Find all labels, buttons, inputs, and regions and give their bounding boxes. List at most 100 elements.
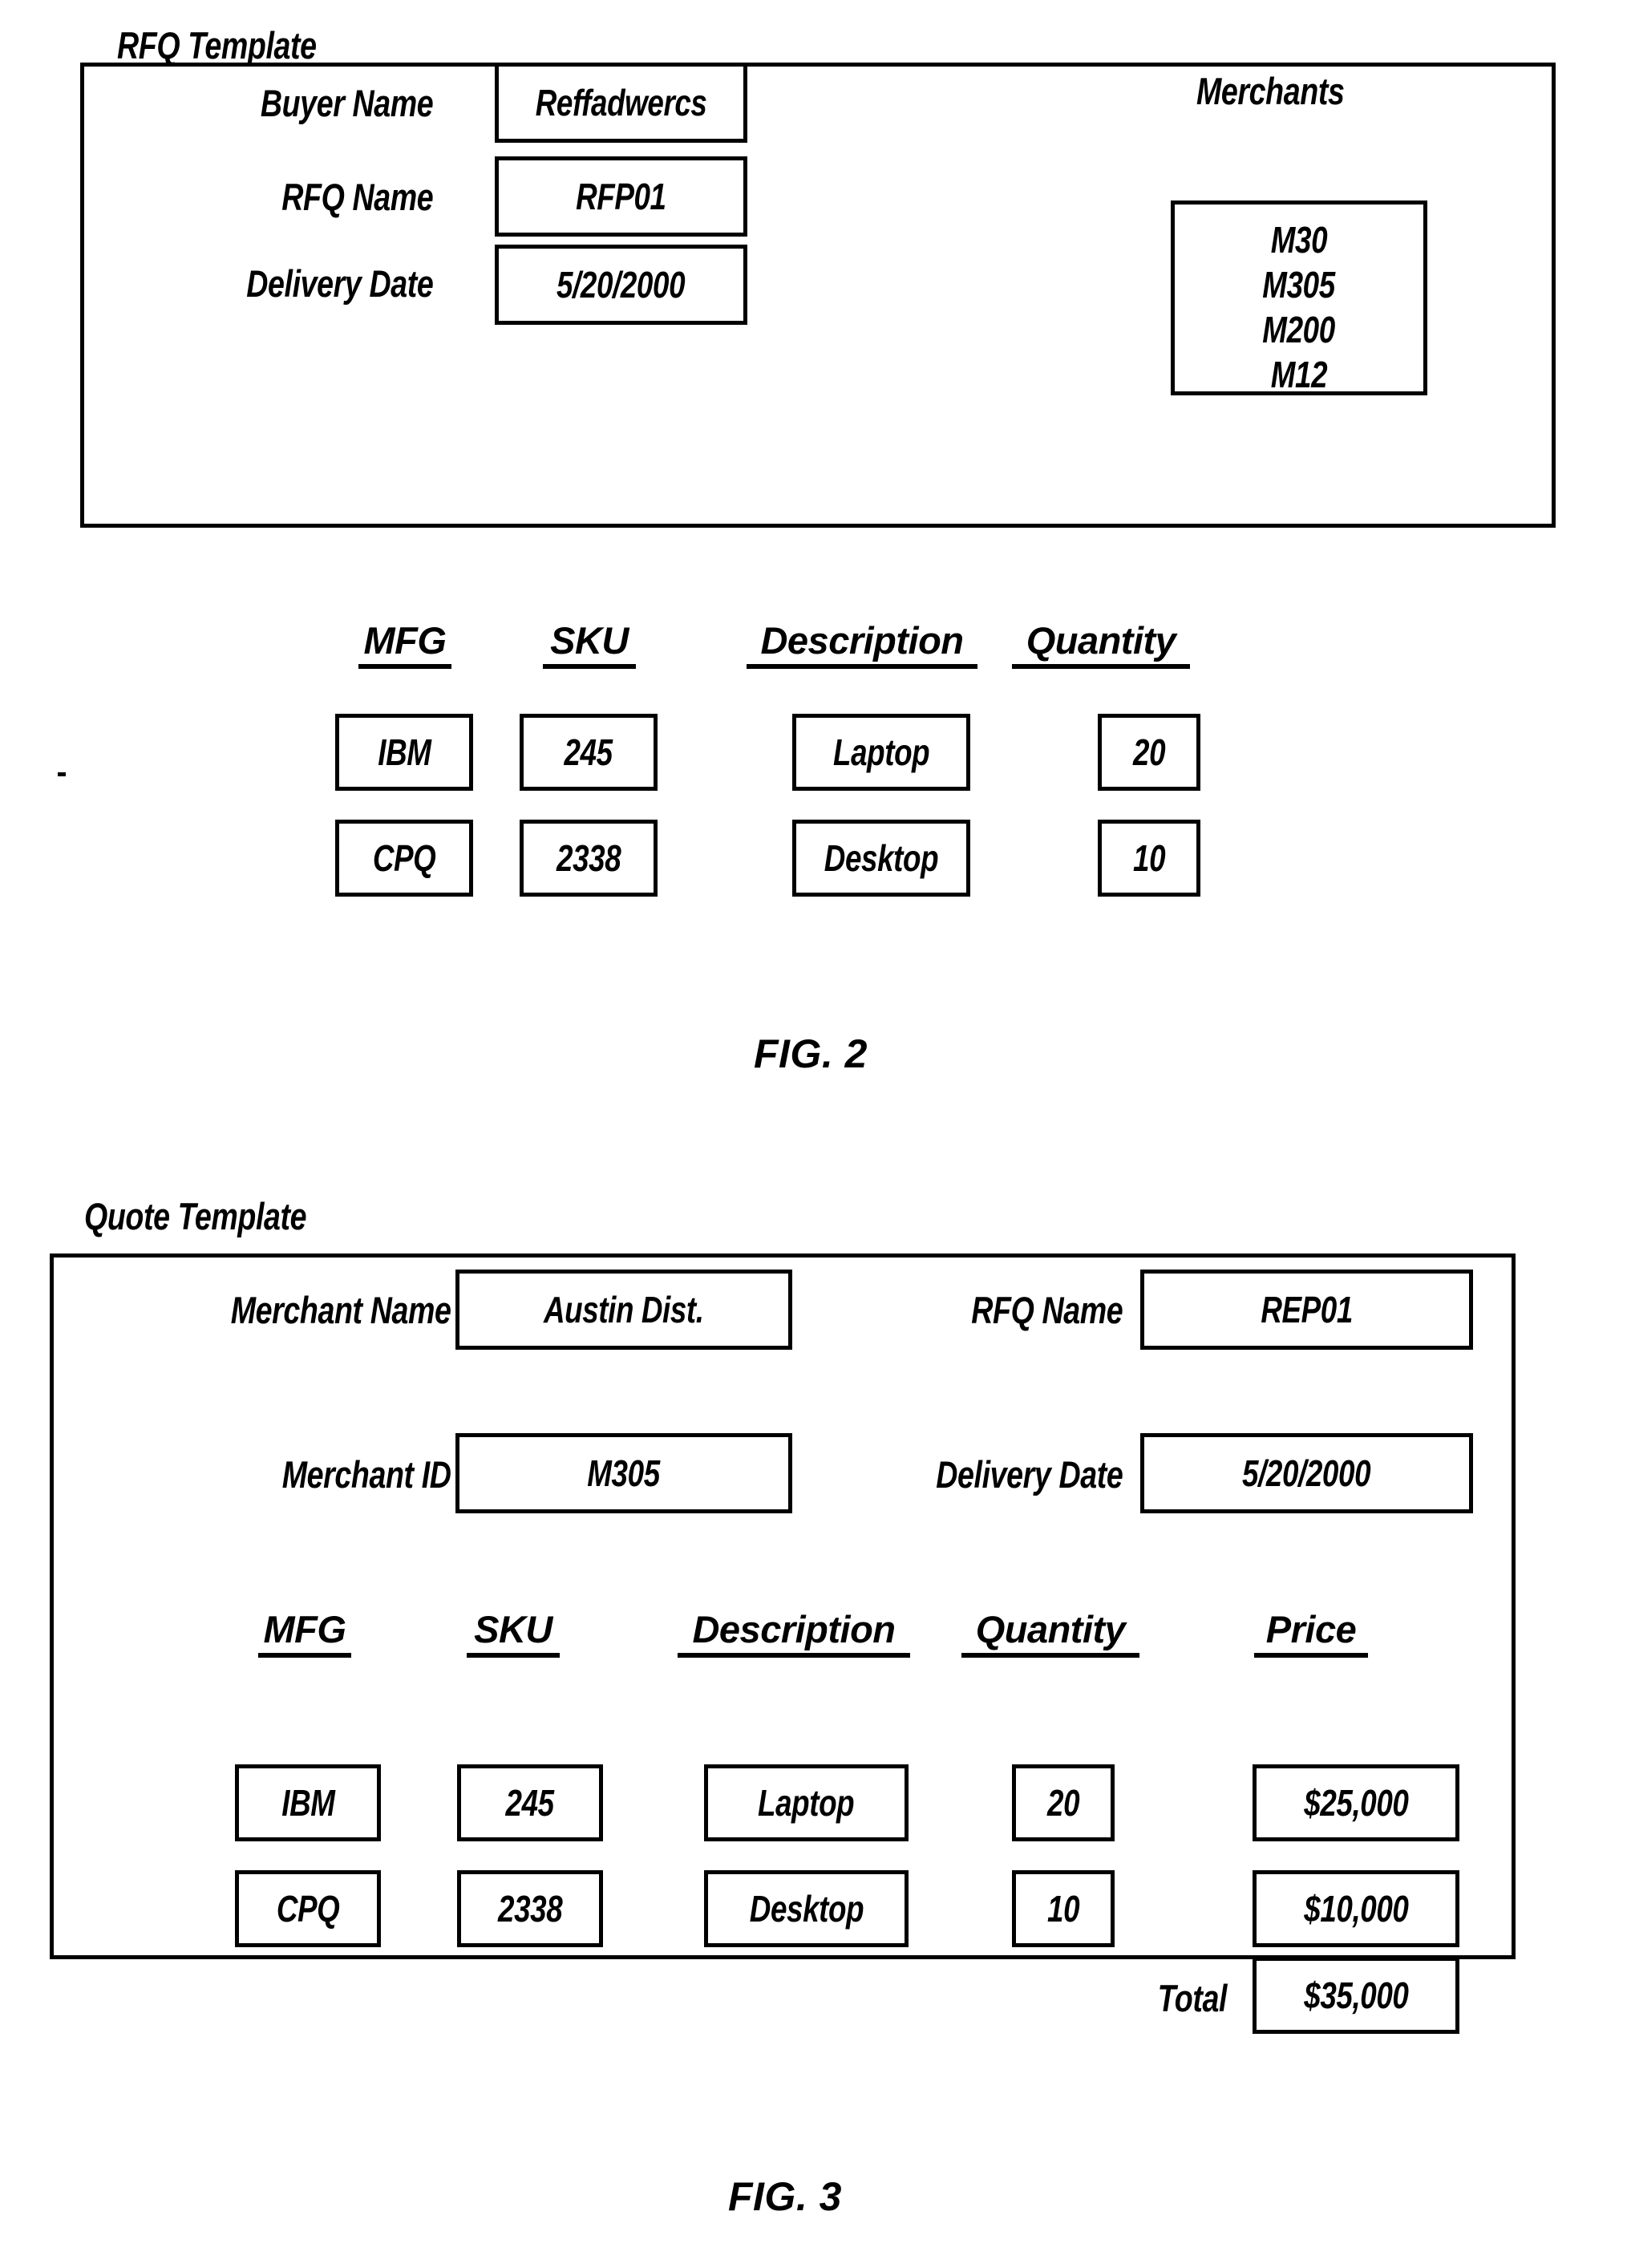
merchant-id-label: Merchant ID xyxy=(50,1456,451,1493)
quote-delivery-date-value: 5/20/2000 xyxy=(1242,1452,1371,1494)
rfq-name-field[interactable]: RFP01 xyxy=(495,156,747,237)
rfq-name-label-text: RFQ Name xyxy=(281,176,433,218)
total-label-text: Total xyxy=(1157,1977,1228,2019)
cell-value: 2338 xyxy=(497,1888,563,1930)
cell-value: Desktop xyxy=(824,837,939,879)
table-cell-mfg[interactable]: IBM xyxy=(235,1764,381,1841)
scan-speck xyxy=(58,772,66,776)
table-cell-mfg[interactable]: CPQ xyxy=(335,820,473,897)
table-cell-description[interactable]: Laptop xyxy=(704,1764,909,1841)
list-item[interactable]: M12 xyxy=(1175,352,1423,397)
buyer-name-label: Buyer Name xyxy=(88,82,434,124)
merchant-id: M305 xyxy=(1262,264,1336,306)
column-header-sku: SKU xyxy=(441,1610,585,1658)
table-cell-mfg[interactable]: CPQ xyxy=(235,1870,381,1947)
cell-value: IBM xyxy=(281,1782,335,1824)
cell-value: 2338 xyxy=(556,837,621,879)
merchant-id: M30 xyxy=(1270,219,1328,261)
table-cell-description[interactable]: Desktop xyxy=(704,1870,909,1947)
merchant-id-value: M305 xyxy=(587,1452,661,1494)
merchant-id-label-text: Merchant ID xyxy=(281,1453,451,1496)
header-underline xyxy=(467,1653,560,1658)
column-header-price: Price xyxy=(1203,1610,1419,1658)
merchant-name-label: Merchant Name xyxy=(50,1291,451,1329)
quote-rfq-name-field[interactable]: REP01 xyxy=(1140,1270,1473,1350)
table-cell-sku[interactable]: 245 xyxy=(457,1764,603,1841)
merchant-name-label-text: Merchant Name xyxy=(230,1289,451,1331)
quote-rfq-name-label: RFQ Name xyxy=(870,1291,1123,1329)
cell-value: 20 xyxy=(1132,731,1166,773)
list-item[interactable]: M305 xyxy=(1175,262,1423,307)
merchant-id: M12 xyxy=(1270,354,1328,396)
cell-value: CPQ xyxy=(276,1888,340,1930)
column-header-description: Description xyxy=(674,1610,914,1658)
table-cell-sku[interactable]: 245 xyxy=(520,714,658,791)
quote-rfq-name-value: REP01 xyxy=(1261,1289,1353,1330)
quote-template-title: Quote Template xyxy=(84,1197,362,1235)
quote-delivery-date-field[interactable]: 5/20/2000 xyxy=(1140,1433,1473,1513)
quote-delivery-date-label-text: Delivery Date xyxy=(935,1453,1123,1496)
header-underline xyxy=(258,1653,351,1658)
rfq-name-value: RFP01 xyxy=(576,176,666,217)
table-cell-quantity[interactable]: 20 xyxy=(1098,714,1200,791)
figure-2-caption: FIG. 2 xyxy=(754,1031,868,1076)
header-underline xyxy=(358,664,451,669)
merchants-panel-title: Merchants xyxy=(1196,72,1382,110)
cell-value: 245 xyxy=(505,1782,555,1824)
quote-template-frame xyxy=(50,1253,1516,1959)
list-item[interactable]: M30 xyxy=(1175,217,1423,262)
header-underline xyxy=(747,664,977,669)
cell-value: 20 xyxy=(1046,1782,1080,1824)
merchant-name-value: Austin Dist. xyxy=(544,1289,704,1330)
table-cell-quantity[interactable]: 10 xyxy=(1098,820,1200,897)
rfq-template-title: RFQ Template xyxy=(117,26,366,64)
delivery-date-field[interactable]: 5/20/2000 xyxy=(495,245,747,325)
column-header-description-text: Description xyxy=(760,619,964,662)
buyer-name-value: Reffadwercs xyxy=(535,82,707,124)
cell-value: 245 xyxy=(564,731,613,773)
cell-value: IBM xyxy=(377,731,431,773)
table-cell-price[interactable]: $10,000 xyxy=(1253,1870,1459,1947)
column-header-quantity: Quantity xyxy=(954,1610,1147,1658)
table-cell-quantity[interactable]: 20 xyxy=(1012,1764,1115,1841)
delivery-date-label-text: Delivery Date xyxy=(245,262,433,305)
figure-3-caption: FIG. 3 xyxy=(728,2174,842,2219)
merchant-name-field[interactable]: Austin Dist. xyxy=(455,1270,792,1350)
buyer-name-label-text: Buyer Name xyxy=(260,82,434,124)
cell-value: $25,000 xyxy=(1303,1782,1409,1824)
column-header-sku: SKU xyxy=(517,622,662,669)
buyer-name-field[interactable]: Reffadwercs xyxy=(495,63,747,143)
delivery-date-value: 5/20/2000 xyxy=(556,264,686,306)
total-value-field: $35,000 xyxy=(1253,1957,1459,2034)
cell-value: $10,000 xyxy=(1303,1888,1409,1930)
merchants-listbox[interactable]: M30 M305 M200 M12 xyxy=(1171,200,1427,395)
column-header-sku-text: SKU xyxy=(474,1608,552,1650)
delivery-date-label: Delivery Date xyxy=(76,265,433,302)
quote-delivery-date-label: Delivery Date xyxy=(834,1456,1123,1493)
table-cell-mfg[interactable]: IBM xyxy=(335,714,473,791)
total-value: $35,000 xyxy=(1303,1974,1409,2016)
total-label: Total xyxy=(954,1977,1228,2019)
cell-value: Laptop xyxy=(758,1782,855,1824)
column-header-description: Description xyxy=(742,622,982,669)
column-header-price-text: Price xyxy=(1265,1608,1357,1650)
column-header-mfg-text: MFG xyxy=(363,619,447,662)
table-cell-sku[interactable]: 2338 xyxy=(520,820,658,897)
header-underline xyxy=(678,1653,910,1658)
cell-value: 10 xyxy=(1046,1888,1080,1930)
merchants-panel-title-text: Merchants xyxy=(1196,70,1345,112)
table-cell-quantity[interactable]: 10 xyxy=(1012,1870,1115,1947)
table-cell-description[interactable]: Laptop xyxy=(792,714,970,791)
list-item[interactable]: M200 xyxy=(1175,307,1423,352)
column-header-quantity-text: Quantity xyxy=(975,1608,1126,1650)
merchant-id-field[interactable]: M305 xyxy=(455,1433,792,1513)
merchant-id: M200 xyxy=(1262,309,1336,351)
column-header-mfg: MFG xyxy=(333,622,477,669)
rfq-template-title-text: RFQ Template xyxy=(117,24,317,67)
quote-rfq-name-label-text: RFQ Name xyxy=(970,1289,1123,1331)
table-cell-description[interactable]: Desktop xyxy=(792,820,970,897)
table-cell-price[interactable]: $25,000 xyxy=(1253,1764,1459,1841)
column-header-mfg-text: MFG xyxy=(263,1608,346,1650)
table-cell-sku[interactable]: 2338 xyxy=(457,1870,603,1947)
column-header-sku-text: SKU xyxy=(550,619,629,662)
